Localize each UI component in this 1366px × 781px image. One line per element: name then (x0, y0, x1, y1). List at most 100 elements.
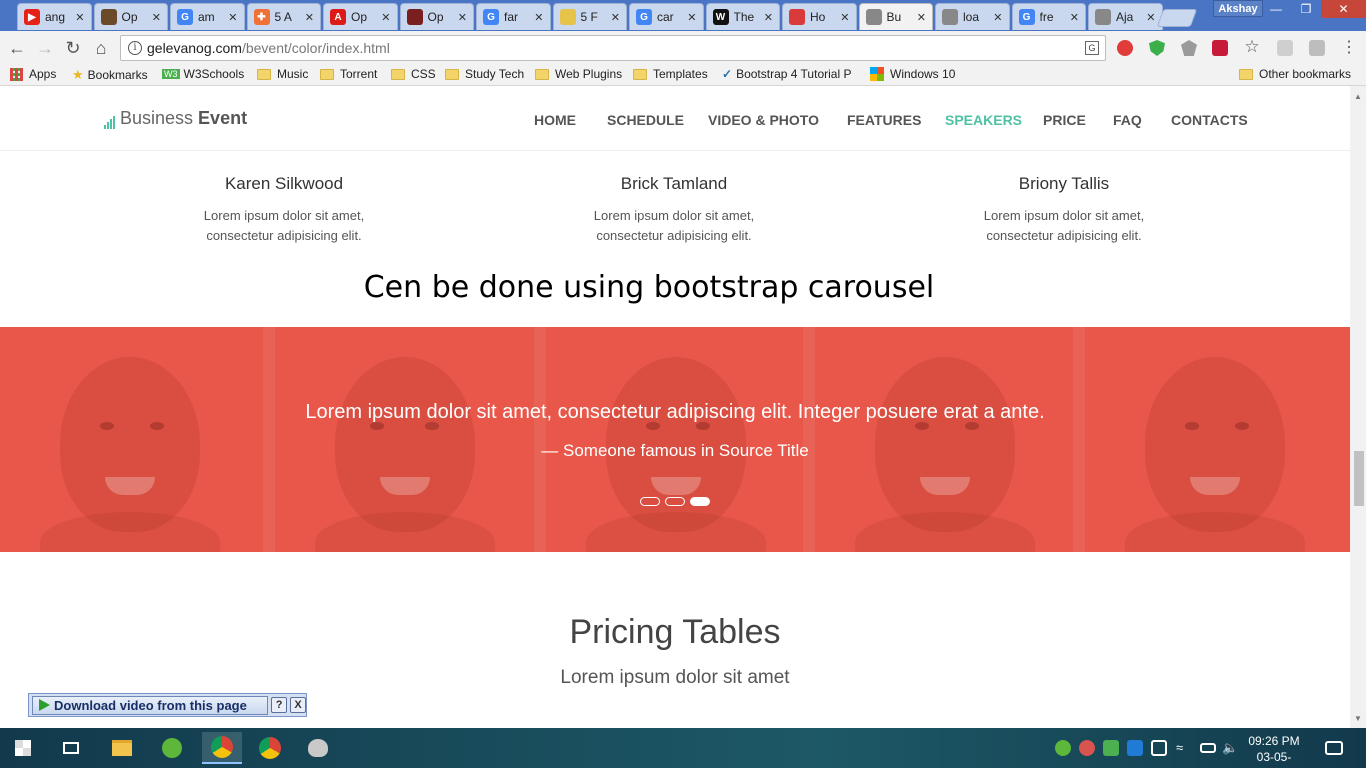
browser-tab[interactable]: ✚ 5 A ✕ (246, 3, 321, 30)
tab-close-icon[interactable]: ✕ (152, 11, 161, 24)
nav-home[interactable]: HOME (534, 112, 576, 128)
browser-tab[interactable]: Op ✕ (93, 3, 168, 30)
home-icon[interactable]: ⌂ (90, 37, 112, 59)
profile-button[interactable]: Akshay (1213, 0, 1263, 17)
carousel-indicator-active[interactable] (690, 497, 710, 506)
utorrent-tray-icon[interactable] (1055, 740, 1071, 756)
tab-close-icon[interactable]: ✕ (917, 11, 926, 24)
tab-close-icon[interactable]: ✕ (305, 11, 314, 24)
tray-app-icon[interactable] (1127, 740, 1143, 756)
volume-icon[interactable]: 🔈 (1222, 740, 1238, 756)
tab-close-icon[interactable]: ✕ (75, 11, 84, 24)
shield-extension-icon[interactable] (1149, 40, 1165, 56)
task-view-icon[interactable] (55, 732, 87, 764)
menu-icon[interactable]: ⋮ (1338, 37, 1360, 59)
tab-close-icon[interactable]: ✕ (687, 11, 696, 24)
back-icon[interactable]: ← (6, 37, 28, 59)
bookmark-torrent[interactable]: Torrent (320, 67, 377, 81)
address-bar[interactable]: i gelevanog.com/bevent/color/index.html … (120, 35, 1106, 61)
close-icon[interactable]: X (290, 697, 307, 713)
bookmark-other-bookmarks[interactable]: Other bookmarks (1239, 67, 1351, 81)
browser-tab[interactable]: 5 F ✕ (552, 3, 627, 30)
browser-tab[interactable]: Ho ✕ (782, 3, 857, 30)
bookmark-bootstrap-tutorial[interactable]: ✓ Bootstrap 4 Tutorial P (722, 67, 859, 81)
browser-tab[interactable]: Aja ✕ (1088, 3, 1163, 30)
translate-icon[interactable]: G (1085, 41, 1099, 55)
browser-tab[interactable]: Op ✕ (399, 3, 474, 30)
tab-close-icon[interactable]: ✕ (840, 11, 849, 24)
wifi-icon[interactable]: ≈ (1176, 740, 1192, 756)
defender-icon[interactable] (1151, 740, 1167, 756)
chrome-taskbar-icon[interactable] (254, 732, 286, 764)
bookmark-study-tech[interactable]: Study Tech (445, 67, 524, 81)
browser-tab[interactable]: W The ✕ (705, 3, 780, 30)
speaker-photo (815, 327, 1077, 552)
extension-cast-icon[interactable] (1309, 40, 1325, 56)
new-tab-button[interactable] (1156, 9, 1198, 27)
tab-close-icon[interactable]: ✕ (1070, 11, 1079, 24)
extension-mail-icon[interactable] (1277, 40, 1293, 56)
system-clock[interactable]: 09:26 PM 03-05-2017 (1244, 733, 1304, 781)
tab-close-icon[interactable]: ✕ (381, 11, 390, 24)
forward-icon[interactable]: → (34, 37, 56, 59)
restore-icon[interactable]: ❐ (1291, 0, 1321, 18)
extension-red-icon[interactable] (1117, 40, 1133, 56)
tray-app-icon[interactable] (1103, 740, 1119, 756)
extension-grey-icon[interactable] (1181, 40, 1197, 56)
signal-bars-icon (104, 115, 116, 129)
nav-schedule[interactable]: SCHEDULE (607, 112, 684, 128)
bookmark-music[interactable]: Music (257, 67, 308, 81)
browser-tab[interactable]: Gfre ✕ (1011, 3, 1086, 30)
tab-close-icon[interactable]: ✕ (534, 11, 543, 24)
nav-speakers[interactable]: SPEAKERS (945, 112, 1022, 128)
tab-close-icon[interactable]: ✕ (993, 11, 1002, 24)
minimize-icon[interactable]: — (1261, 0, 1291, 18)
start-icon[interactable] (7, 732, 39, 764)
tab-close-icon[interactable]: ✕ (611, 11, 620, 24)
info-icon[interactable]: i (128, 41, 142, 55)
tab-close-icon[interactable]: ✕ (228, 11, 237, 24)
file-explorer-icon[interactable] (106, 732, 138, 764)
bookmark-apps[interactable]: Apps (10, 67, 56, 81)
site-logo[interactable]: Business Event (104, 108, 247, 129)
browser-tab[interactable]: Bu ✕ (858, 3, 933, 30)
browser-tab[interactable]: Gam ✕ (170, 3, 245, 30)
close-window-icon[interactable]: ✕ (1321, 0, 1366, 18)
page-scrollbar[interactable]: ▲ ▼ (1350, 86, 1366, 728)
nav-faq[interactable]: FAQ (1113, 112, 1142, 128)
extension-media-icon[interactable] (1212, 40, 1228, 56)
tab-close-icon[interactable]: ✕ (458, 11, 467, 24)
nav-video-photo[interactable]: VIDEO & PHOTO (708, 112, 819, 128)
scroll-down-icon[interactable]: ▼ (1354, 714, 1362, 723)
bookmark-windows-10[interactable]: Windows 10 (870, 67, 955, 81)
battery-icon[interactable] (1200, 743, 1216, 753)
notifications-icon[interactable] (1325, 741, 1343, 755)
download-video-button[interactable]: Download video from this page (32, 695, 269, 715)
bookmark-star-icon[interactable]: ☆ (1241, 36, 1263, 58)
browser-tab[interactable]: A Op ✕ (323, 3, 398, 30)
tab-close-icon[interactable]: ✕ (764, 11, 773, 24)
chrome-taskbar-icon[interactable] (202, 732, 242, 764)
browser-tab[interactable]: ▶ ang ✕ (17, 3, 92, 30)
bookmark-css[interactable]: CSS (391, 67, 436, 81)
nav-contacts[interactable]: CONTACTS (1171, 112, 1248, 128)
bookmark-bookmarks[interactable]: ★ Bookmarks (72, 67, 148, 83)
tray-app-icon[interactable] (1079, 740, 1095, 756)
reload-icon[interactable]: ↻ (62, 37, 84, 59)
scroll-up-icon[interactable]: ▲ (1354, 92, 1362, 101)
carousel-indicator[interactable] (640, 497, 660, 506)
bookmark-w3schools[interactable]: W3 W3Schools (162, 67, 244, 81)
browser-tab[interactable]: loa ✕ (935, 3, 1010, 30)
browser-tab[interactable]: Gcar ✕ (629, 3, 704, 30)
paint-icon[interactable] (302, 732, 334, 764)
bookmark-templates[interactable]: Templates (633, 67, 708, 81)
utorrent-icon[interactable] (156, 732, 188, 764)
browser-tab[interactable]: Gfar ✕ (476, 3, 551, 30)
carousel-indicator[interactable] (665, 497, 685, 506)
tab-close-icon[interactable]: ✕ (1146, 11, 1155, 24)
nav-price[interactable]: PRICE (1043, 112, 1086, 128)
help-icon[interactable]: ? (271, 697, 288, 713)
scrollbar-thumb[interactable] (1354, 451, 1364, 506)
bookmark-web-plugins[interactable]: Web Plugins (535, 67, 622, 81)
nav-features[interactable]: FEATURES (847, 112, 921, 128)
